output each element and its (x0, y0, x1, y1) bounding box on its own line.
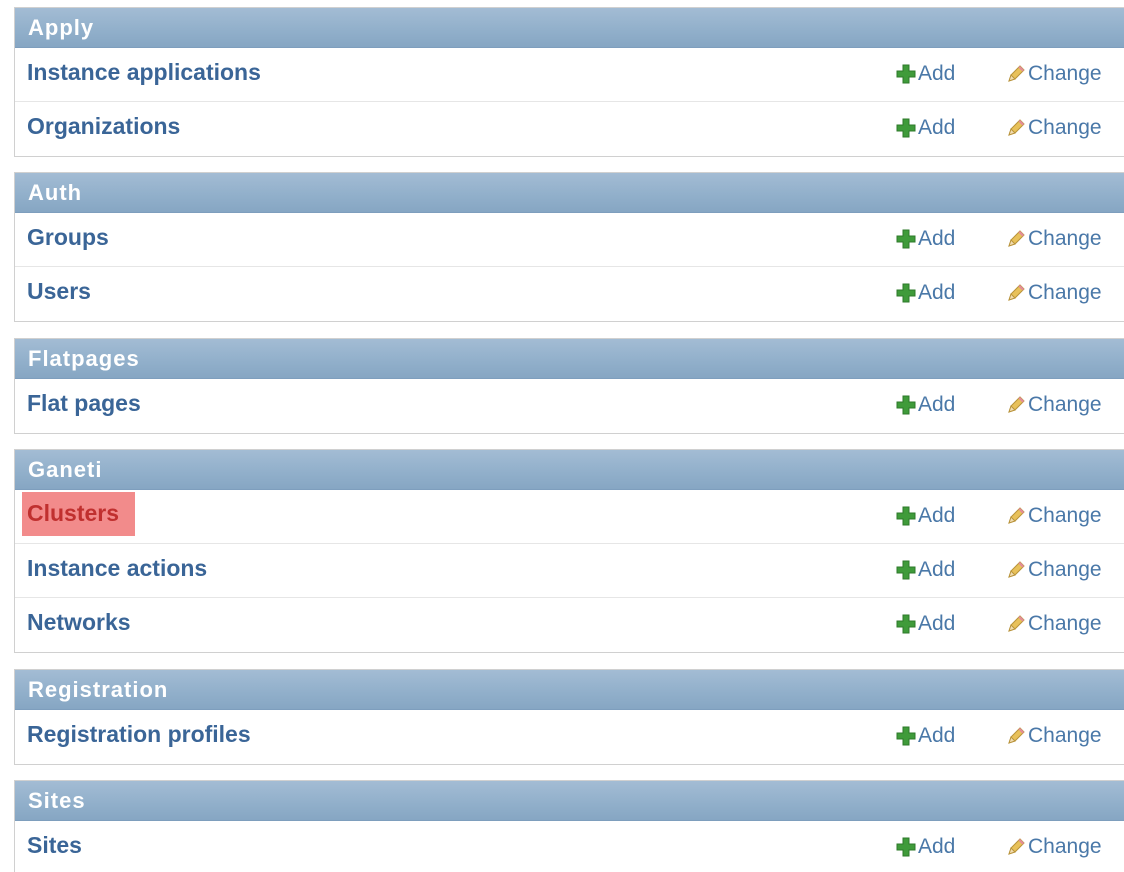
pencil-icon (1008, 230, 1025, 247)
add-label: Add (918, 558, 956, 581)
add-label: Add (918, 227, 956, 250)
add-link[interactable]: Add (896, 61, 955, 87)
change-link[interactable]: Change (1006, 557, 1102, 583)
change-link[interactable]: Change (1006, 115, 1102, 141)
change-link[interactable]: Change (1006, 226, 1102, 252)
add-link[interactable]: Add (896, 557, 955, 583)
add-link[interactable]: Add (896, 226, 955, 252)
pencil-icon (1008, 615, 1025, 632)
plus-icon (896, 726, 916, 746)
add-label: Add (918, 612, 956, 635)
change-label: Change (1028, 281, 1102, 304)
add-label: Add (918, 724, 956, 747)
change-label: Change (1028, 504, 1102, 527)
module-flatpages: Flatpages Flat pages Add Change (14, 338, 1124, 434)
module-header: Registration (15, 670, 1124, 710)
add-link[interactable]: Add (896, 611, 955, 637)
add-label: Add (918, 281, 956, 304)
module-header: Auth (15, 173, 1124, 213)
pencil-icon (1008, 119, 1025, 136)
add-label: Add (918, 116, 956, 139)
change-link[interactable]: Change (1006, 392, 1102, 418)
module-header: Ganeti (15, 450, 1124, 490)
plus-icon (896, 118, 916, 138)
model-row: Organizations Add Change (15, 102, 1124, 156)
plus-icon (896, 506, 916, 526)
model-link-networks[interactable]: Networks (27, 607, 135, 637)
model-row: Clusters Add Change (15, 490, 1124, 544)
module-registration: Registration Registration profiles Add C… (14, 669, 1124, 765)
change-label: Change (1028, 393, 1102, 416)
model-link-registration-profiles[interactable]: Registration profiles (27, 719, 255, 749)
model-link-groups[interactable]: Groups (27, 222, 113, 252)
add-label: Add (918, 835, 956, 858)
model-row: Networks Add Change (15, 598, 1124, 652)
model-row: Sites Add Change (15, 821, 1124, 872)
model-link-instance-actions[interactable]: Instance actions (27, 553, 211, 583)
change-label: Change (1028, 227, 1102, 250)
plus-icon (896, 64, 916, 84)
model-link-users[interactable]: Users (27, 276, 95, 306)
change-link[interactable]: Change (1006, 611, 1102, 637)
change-label: Change (1028, 835, 1102, 858)
change-link[interactable]: Change (1006, 61, 1102, 87)
add-link[interactable]: Add (896, 392, 955, 418)
module-auth: Auth Groups Add Change Users Add Change (14, 172, 1124, 322)
module-header: Sites (15, 781, 1124, 821)
model-row: Instance actions Add Change (15, 544, 1124, 598)
model-link-organizations[interactable]: Organizations (27, 111, 184, 141)
module-header: Flatpages (15, 339, 1124, 379)
add-link[interactable]: Add (896, 834, 955, 860)
plus-icon (896, 837, 916, 857)
pencil-icon (1008, 507, 1025, 524)
module-apply: Apply Instance applications Add Change O… (14, 7, 1124, 157)
add-label: Add (918, 393, 956, 416)
plus-icon (896, 395, 916, 415)
module-ganeti: Ganeti Clusters Add Change Instance acti… (14, 449, 1124, 653)
model-row: Groups Add Change (15, 213, 1124, 267)
add-label: Add (918, 62, 956, 85)
model-link-flat-pages[interactable]: Flat pages (27, 388, 145, 418)
plus-icon (896, 614, 916, 634)
pencil-icon (1008, 65, 1025, 82)
model-row: Users Add Change (15, 267, 1124, 321)
model-row: Flat pages Add Change (15, 379, 1124, 433)
add-link[interactable]: Add (896, 115, 955, 141)
change-link[interactable]: Change (1006, 723, 1102, 749)
plus-icon (896, 283, 916, 303)
add-link[interactable]: Add (896, 280, 955, 306)
change-label: Change (1028, 62, 1102, 85)
add-label: Add (918, 504, 956, 527)
pencil-icon (1008, 561, 1025, 578)
module-sites: Sites Sites Add Change (14, 780, 1124, 872)
change-link[interactable]: Change (1006, 834, 1102, 860)
pencil-icon (1008, 396, 1025, 413)
change-link[interactable]: Change (1006, 280, 1102, 306)
pencil-icon (1008, 284, 1025, 301)
model-link-clusters[interactable]: Clusters (22, 492, 136, 536)
pencil-icon (1008, 838, 1025, 855)
module-header: Apply (15, 8, 1124, 48)
change-label: Change (1028, 116, 1102, 139)
change-label: Change (1028, 724, 1102, 747)
change-link[interactable]: Change (1006, 503, 1102, 529)
model-row: Registration profiles Add Change (15, 710, 1124, 764)
admin-index: Apply Instance applications Add Change O… (0, 0, 1124, 872)
pencil-icon (1008, 727, 1025, 744)
model-link-sites[interactable]: Sites (27, 830, 86, 860)
change-label: Change (1028, 558, 1102, 581)
add-link[interactable]: Add (896, 723, 955, 749)
plus-icon (896, 229, 916, 249)
change-label: Change (1028, 612, 1102, 635)
model-row: Instance applications Add Change (15, 48, 1124, 102)
plus-icon (896, 560, 916, 580)
add-link[interactable]: Add (896, 503, 955, 529)
model-link-instance-applications[interactable]: Instance applications (27, 57, 265, 87)
